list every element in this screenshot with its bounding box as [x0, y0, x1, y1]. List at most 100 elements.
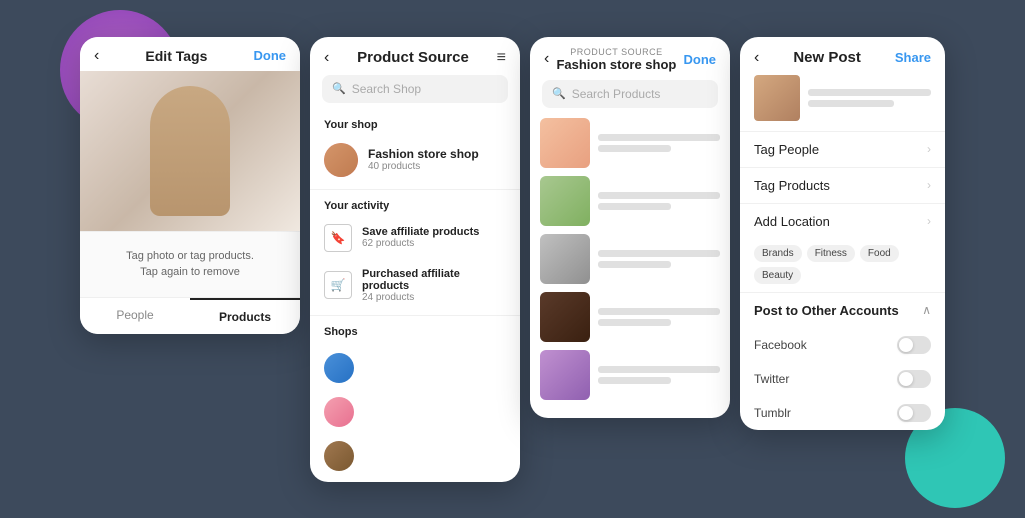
- product-source-card: ‹ Product Source ≡ 🔍 Search Shop Your sh…: [310, 37, 520, 482]
- other-accounts-header[interactable]: Post to Other Accounts ∧: [740, 293, 945, 328]
- product-line-1a: [598, 134, 720, 141]
- edit-tags-title: Edit Tags: [145, 48, 207, 64]
- save-affiliate-item[interactable]: 🔖 Save affiliate products 62 products: [310, 216, 520, 260]
- product-thumb-fashion: [540, 234, 590, 284]
- fashion-store-done[interactable]: Done: [684, 52, 717, 67]
- tab-people[interactable]: People: [80, 298, 190, 334]
- tag-people-label: Tag People: [754, 142, 819, 157]
- new-post-title: New Post: [759, 49, 895, 66]
- shop-name: Fashion store shop: [368, 147, 479, 161]
- tag-products-label: Tag Products: [754, 178, 830, 193]
- purchased-affiliate-info: Purchased affiliate products 24 products: [362, 268, 506, 303]
- edit-tags-card: ‹ Edit Tags Done Tag photo or tag produc…: [80, 37, 300, 334]
- products-search-bar[interactable]: 🔍 Search Products: [542, 80, 718, 108]
- tag-chip-fitness[interactable]: Fitness: [807, 245, 855, 262]
- product-source-header: ‹ Product Source ≡: [310, 37, 520, 75]
- fashion-store-card: ‹ PRODUCT SOURCE Fashion store shop Done…: [530, 37, 730, 418]
- product-row-2[interactable]: [540, 176, 720, 226]
- tag-products-chevron: ›: [927, 178, 931, 192]
- product-row-1[interactable]: [540, 118, 720, 168]
- tab-products[interactable]: Products: [190, 298, 300, 334]
- shop-avatar-image: [324, 143, 358, 177]
- shop-products-count: 40 products: [368, 161, 479, 172]
- product-lines-3: [598, 250, 720, 268]
- done-button[interactable]: Done: [253, 48, 286, 63]
- post-caption-lines: [808, 89, 931, 107]
- shop-avatar-pink: [324, 397, 354, 427]
- product-lines-2: [598, 192, 720, 210]
- product-line-4a: [598, 308, 720, 315]
- save-affiliate-sub: 62 products: [362, 238, 479, 249]
- add-location-row[interactable]: Add Location ›: [740, 203, 945, 239]
- edit-tags-header: ‹ Edit Tags Done: [80, 37, 300, 71]
- tumblr-toggle[interactable]: [897, 404, 931, 422]
- post-preview: [740, 75, 945, 131]
- shop-lines-1: [364, 366, 506, 369]
- product-source-title: Product Source: [329, 49, 496, 66]
- post-thumbnail: [754, 75, 800, 121]
- product-source-label: PRODUCT SOURCE: [549, 47, 683, 57]
- shop-lines-3: [364, 454, 506, 457]
- shop-search-placeholder: Search Shop: [352, 82, 421, 96]
- tag-chip-food[interactable]: Food: [860, 245, 899, 262]
- tag-people-chevron: ›: [927, 142, 931, 156]
- facebook-toggle-row: Facebook: [740, 328, 945, 362]
- shop-list-item-1[interactable]: [310, 346, 520, 390]
- other-accounts-section: Post to Other Accounts ∧ Facebook Twitte…: [740, 292, 945, 430]
- tags-chips-container: Brands Fitness Food Beauty: [740, 239, 945, 292]
- shop-search-bar[interactable]: 🔍 Search Shop: [322, 75, 508, 103]
- tag-chip-beauty[interactable]: Beauty: [754, 267, 801, 284]
- products-search-placeholder: Search Products: [572, 87, 661, 101]
- edit-tags-image: [80, 71, 300, 231]
- fashion-store-header: ‹ PRODUCT SOURCE Fashion store shop Done: [530, 37, 730, 80]
- product-lines-1: [598, 134, 720, 152]
- product-thumb-purple: [540, 350, 590, 400]
- product-thumb-green: [540, 176, 590, 226]
- product-line-2b: [598, 203, 671, 210]
- product-row-5[interactable]: [540, 350, 720, 400]
- product-row-3[interactable]: [540, 234, 720, 284]
- shop-avatar-brown: [324, 441, 354, 471]
- product-thumb-shirt: [540, 292, 590, 342]
- tag-products-row[interactable]: Tag Products ›: [740, 167, 945, 203]
- tag-chip-brands[interactable]: Brands: [754, 245, 802, 262]
- facebook-toggle[interactable]: [897, 336, 931, 354]
- search-icon: 🔍: [332, 82, 346, 95]
- shop-list-item-3[interactable]: [310, 434, 520, 478]
- back-icon[interactable]: ‹: [94, 47, 99, 65]
- card1-tabs: People Products: [80, 297, 300, 334]
- save-affiliate-icon: 🔖: [324, 224, 352, 252]
- product-line-4b: [598, 319, 671, 326]
- caption-line-1: [808, 89, 931, 96]
- twitter-toggle[interactable]: [897, 370, 931, 388]
- product-line-5a: [598, 366, 720, 373]
- product-row-4[interactable]: [540, 292, 720, 342]
- save-affiliate-info: Save affiliate products 62 products: [362, 226, 479, 249]
- product-line-2a: [598, 192, 720, 199]
- tumblr-toggle-knob: [899, 406, 913, 420]
- caption-line-2: [808, 100, 894, 107]
- product-line-1b: [598, 145, 671, 152]
- screens-container: ‹ Edit Tags Done Tag photo or tag produc…: [60, 17, 965, 502]
- product-thumb-perfume: [540, 118, 590, 168]
- product-line-5b: [598, 377, 671, 384]
- menu-icon[interactable]: ≡: [497, 49, 506, 67]
- share-button[interactable]: Share: [895, 50, 931, 65]
- shops-list: [310, 342, 520, 482]
- shop-list-item-2[interactable]: [310, 390, 520, 434]
- tag-hint-line1: Tag photo or tag products.: [94, 248, 286, 265]
- new-post-card: ‹ New Post Share Tag People › Tag Produc…: [740, 37, 945, 430]
- your-shop-item[interactable]: Fashion store shop 40 products: [310, 135, 520, 185]
- twitter-label: Twitter: [754, 372, 789, 386]
- purchased-affiliate-icon: 🛒: [324, 271, 352, 299]
- your-shop-label: Your shop: [310, 113, 520, 135]
- product-grid: [530, 118, 730, 418]
- other-accounts-title: Post to Other Accounts: [754, 303, 899, 318]
- product-lines-4: [598, 308, 720, 326]
- product-lines-5: [598, 366, 720, 384]
- add-location-chevron: ›: [927, 214, 931, 228]
- purchased-affiliate-item[interactable]: 🛒 Purchased affiliate products 24 produc…: [310, 260, 520, 311]
- tag-people-row[interactable]: Tag People ›: [740, 131, 945, 167]
- fashion-store-title: Fashion store shop: [549, 57, 683, 72]
- facebook-toggle-knob: [899, 338, 913, 352]
